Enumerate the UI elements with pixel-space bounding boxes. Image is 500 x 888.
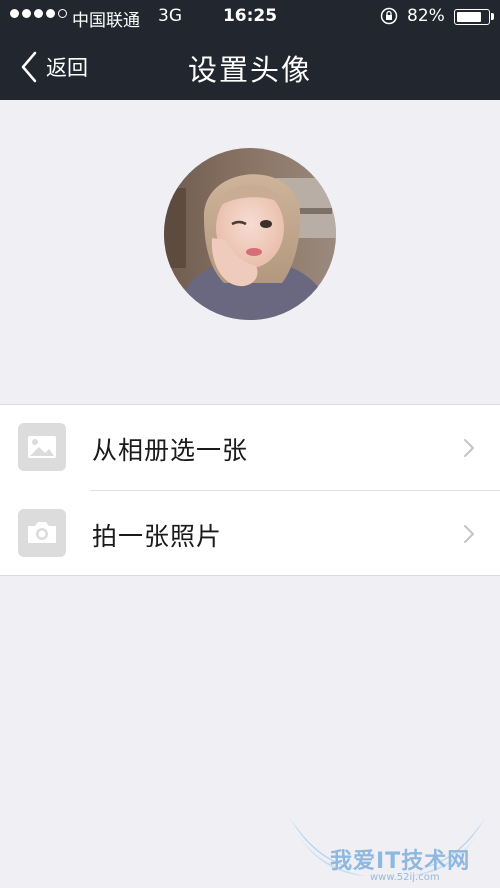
watermark-text: 我爱IT技术网: [330, 849, 471, 874]
avatar-photo: [164, 148, 336, 320]
take-photo-option[interactable]: 拍一张照片: [0, 491, 500, 576]
header: 中国联通 3G 16:25 82% 返回 设置头像: [0, 0, 500, 100]
watermark-url: www.52ij.com: [370, 872, 440, 883]
option-label: 从相册选一张: [92, 436, 249, 465]
nav-bar: 返回 设置头像: [0, 34, 500, 100]
avatar-options-list: 从相册选一张 拍一张照片: [0, 404, 500, 576]
option-label: 拍一张照片: [92, 522, 223, 551]
choose-from-album-option[interactable]: 从相册选一张: [0, 405, 500, 491]
battery-icon: [454, 9, 490, 25]
camera-icon: [18, 509, 66, 557]
chevron-right-icon: [464, 439, 474, 457]
page-title: 设置头像: [187, 53, 312, 87]
status-bar: 中国联通 3G 16:25 82%: [0, 0, 500, 34]
battery-tip: [491, 13, 494, 20]
chevron-right-icon: [464, 525, 474, 543]
image-icon: [18, 423, 66, 471]
battery-percent: 82%: [407, 6, 445, 26]
avatar[interactable]: [164, 148, 336, 320]
rotation-lock-icon: [380, 7, 398, 25]
